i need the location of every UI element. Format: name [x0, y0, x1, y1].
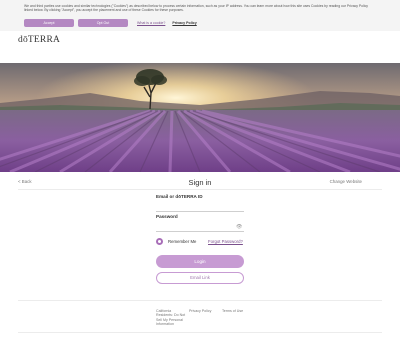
- password-label: Password: [156, 214, 178, 219]
- privacy-policy-link[interactable]: Privacy Policy: [172, 19, 196, 27]
- divider: [18, 189, 382, 190]
- footer-link-privacy[interactable]: Privacy Policy: [189, 309, 211, 313]
- footer-link-terms[interactable]: Terms of Use: [222, 309, 243, 313]
- accept-cookies-button[interactable]: Accept: [24, 19, 74, 27]
- password-field[interactable]: [156, 222, 244, 232]
- cookie-actions: Accept Opt Out What is a cookie? Privacy…: [24, 19, 204, 27]
- what-is-cookie-link[interactable]: What is a cookie?: [137, 19, 165, 27]
- email-label: Email or dōTERRA ID: [156, 194, 203, 199]
- email-link-button[interactable]: Email Link: [156, 272, 244, 284]
- email-field[interactable]: [156, 202, 244, 212]
- bottom-divider: [18, 332, 382, 333]
- login-button[interactable]: Login: [156, 255, 244, 268]
- remember-me-toggle[interactable]: [156, 238, 163, 245]
- site-header: dōTERRA: [0, 31, 400, 64]
- change-website-link[interactable]: Change Website: [330, 179, 362, 184]
- footer-divider: [18, 300, 382, 301]
- lavender-field-image: [0, 63, 400, 172]
- cookie-text: We and third parties use cookies and sim…: [24, 4, 368, 13]
- forgot-password-link[interactable]: Forgot Password?: [208, 239, 243, 244]
- cookie-banner: We and third parties use cookies and sim…: [0, 0, 400, 31]
- show-password-icon[interactable]: 👁: [236, 224, 242, 230]
- doterra-logo[interactable]: dōTERRA: [18, 35, 60, 45]
- opt-out-button[interactable]: Opt Out: [78, 19, 128, 27]
- footer-link-ccpa[interactable]: California Residents: Do Not Sell My Per…: [156, 309, 186, 326]
- remember-me-label: Remember Me: [168, 239, 197, 244]
- hero-image: [0, 63, 400, 172]
